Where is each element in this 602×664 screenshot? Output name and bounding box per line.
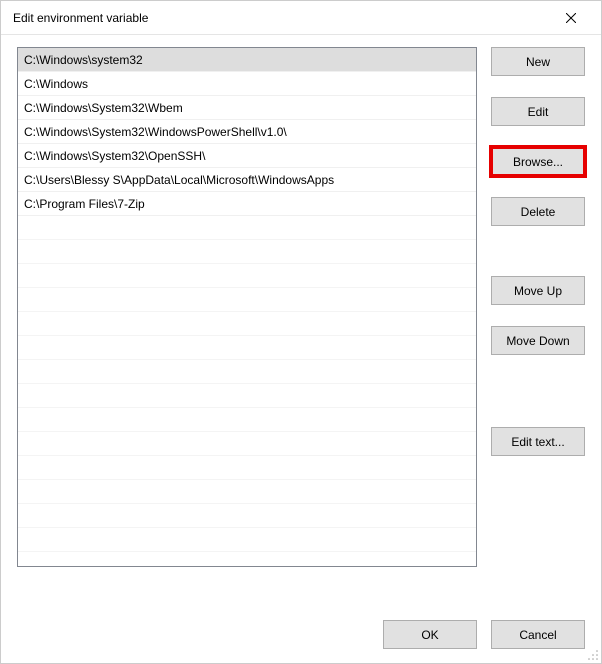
list-item-empty <box>18 480 476 504</box>
move-up-button[interactable]: Move Up <box>491 276 585 305</box>
browse-button[interactable]: Browse... <box>491 147 585 176</box>
ok-button[interactable]: OK <box>383 620 477 649</box>
list-item-empty <box>18 336 476 360</box>
list-item-empty <box>18 264 476 288</box>
window-title: Edit environment variable <box>13 11 551 25</box>
new-button[interactable]: New <box>491 47 585 76</box>
button-column: New Edit Browse... Delete Move Up Move D… <box>491 47 585 600</box>
dialog-footer: OK Cancel <box>17 600 585 649</box>
list-item-empty <box>18 360 476 384</box>
dialog-content: C:\Windows\system32C:\WindowsC:\Windows\… <box>1 35 601 663</box>
list-item-empty <box>18 408 476 432</box>
list-item-empty <box>18 240 476 264</box>
list-item[interactable]: C:\Windows\System32\WindowsPowerShell\v1… <box>18 120 476 144</box>
close-button[interactable] <box>551 2 591 34</box>
list-item[interactable]: C:\Windows <box>18 72 476 96</box>
list-item-empty <box>18 216 476 240</box>
list-item[interactable]: C:\Windows\System32\OpenSSH\ <box>18 144 476 168</box>
list-item[interactable]: C:\Users\Blessy S\AppData\Local\Microsof… <box>18 168 476 192</box>
move-down-button[interactable]: Move Down <box>491 326 585 355</box>
cancel-button[interactable]: Cancel <box>491 620 585 649</box>
list-item-empty <box>18 384 476 408</box>
list-item-empty <box>18 528 476 552</box>
resize-grip[interactable] <box>587 649 599 661</box>
close-icon <box>566 13 576 23</box>
edit-env-var-dialog: Edit environment variable C:\Windows\sys… <box>0 0 602 664</box>
list-item-empty <box>18 432 476 456</box>
delete-button[interactable]: Delete <box>491 197 585 226</box>
list-item-empty <box>18 288 476 312</box>
edit-button[interactable]: Edit <box>491 97 585 126</box>
titlebar: Edit environment variable <box>1 1 601 35</box>
list-item-empty <box>18 456 476 480</box>
list-item[interactable]: C:\Program Files\7-Zip <box>18 192 476 216</box>
list-item[interactable]: C:\Windows\System32\Wbem <box>18 96 476 120</box>
edit-text-button[interactable]: Edit text... <box>491 427 585 456</box>
list-item-empty <box>18 312 476 336</box>
path-listbox[interactable]: C:\Windows\system32C:\WindowsC:\Windows\… <box>17 47 477 567</box>
list-item[interactable]: C:\Windows\system32 <box>18 48 476 72</box>
list-item-empty <box>18 504 476 528</box>
main-area: C:\Windows\system32C:\WindowsC:\Windows\… <box>17 47 585 600</box>
